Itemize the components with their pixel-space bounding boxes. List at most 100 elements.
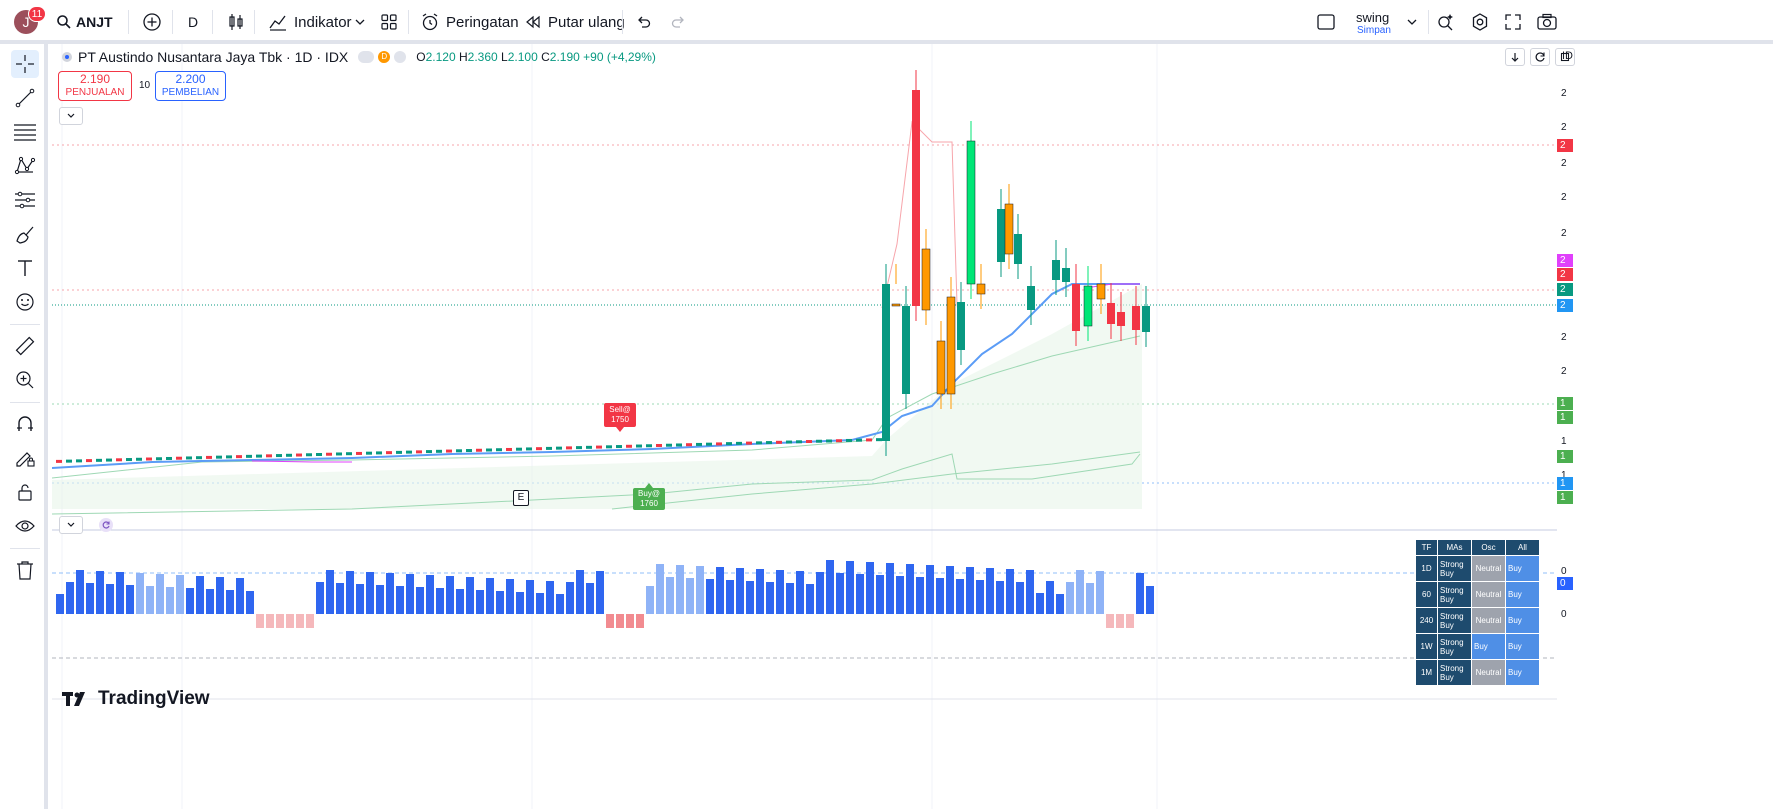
ohlc-values: O2.120 H2.360 L2.100 C2.190 +90 (+4,29%)	[416, 50, 656, 64]
undo-icon	[638, 16, 651, 28]
text-tool[interactable]	[11, 254, 39, 282]
candle	[366, 451, 372, 455]
remove-drawings-tool[interactable]	[11, 556, 39, 584]
indicators-button[interactable]: Indikator	[268, 8, 352, 36]
fib-tool[interactable]	[11, 118, 39, 146]
snapshot-button[interactable]	[1536, 8, 1558, 36]
candle	[766, 441, 772, 445]
layout-name-block[interactable]: swing Simpan	[1356, 10, 1391, 36]
refresh-indicator-button[interactable]	[99, 518, 113, 532]
histogram-bar	[566, 582, 574, 614]
reset-chart-button[interactable]	[1530, 48, 1550, 66]
templates-button[interactable]	[380, 8, 398, 36]
table-row: 1D Strong Buy Neutral Buy	[1415, 555, 1540, 582]
alerts-button[interactable]: Peringatan	[420, 8, 519, 36]
histogram-bar	[106, 584, 114, 614]
hide-drawings-tool[interactable]	[11, 512, 39, 540]
candle	[206, 455, 212, 459]
forecast-tool[interactable]	[11, 186, 39, 214]
axis-label: 2	[1561, 228, 1567, 239]
settings-button[interactable]	[1470, 8, 1490, 36]
candle	[1096, 283, 1106, 300]
symbol-title[interactable]: PT Austindo Nusantara Jaya Tbk · 1D · ID…	[78, 49, 348, 65]
interval-button[interactable]: D	[188, 8, 198, 36]
forecast-icon	[15, 191, 35, 209]
histogram-bar	[926, 565, 934, 614]
buy-button[interactable]: 2.200 PEMBELIAN	[155, 71, 226, 101]
candle	[66, 459, 72, 463]
replay-button[interactable]: Putar ulang	[524, 8, 625, 36]
histogram-bar	[336, 583, 344, 614]
candle	[1004, 203, 1014, 255]
indicator-axis-label: 0	[1561, 566, 1567, 577]
sell-button[interactable]: 2.190 PENJUALAN	[58, 71, 132, 101]
candle	[526, 447, 532, 451]
emoji-tool[interactable]	[11, 288, 39, 316]
candle	[966, 140, 976, 285]
candle	[56, 459, 62, 463]
indicator-collapse-button[interactable]	[59, 516, 83, 534]
buy-marker[interactable]: Buy@ 1760	[633, 488, 665, 510]
redo-button[interactable]	[670, 8, 686, 36]
measure-tool[interactable]	[11, 332, 39, 360]
histogram-bar	[676, 565, 684, 614]
candle	[616, 445, 622, 449]
indicator-value-tag: 0	[1557, 577, 1573, 590]
histogram-bar	[886, 563, 894, 614]
candle	[816, 439, 822, 443]
symbol-label: ANJT	[76, 14, 113, 30]
compare-symbol-button[interactable]	[142, 8, 162, 36]
top-toolbar: J 11 ANJT D Indikator Peringatan Putar u…	[0, 0, 1773, 44]
scroll-down-button[interactable]	[1505, 48, 1525, 66]
tradingview-logo[interactable]: TradingView	[62, 688, 210, 710]
redo-icon	[671, 16, 684, 28]
symbol-search-button[interactable]: ANJT	[56, 8, 113, 36]
chart-pane[interactable]	[52, 44, 1773, 809]
histogram-bar	[856, 574, 864, 614]
sell-marker[interactable]: Sell@ 1750	[604, 403, 636, 427]
indicators-dropdown[interactable]	[354, 8, 366, 36]
histogram-bar	[966, 567, 974, 614]
candle	[556, 446, 562, 450]
crosshair-tool[interactable]	[11, 50, 39, 78]
candle	[216, 455, 222, 459]
candle	[856, 438, 862, 442]
candle	[1027, 286, 1035, 310]
chart-canvas[interactable]	[52, 44, 1773, 809]
candle	[286, 453, 292, 457]
magnet-tool[interactable]	[11, 410, 39, 438]
pattern-tool[interactable]	[11, 152, 39, 180]
candle	[716, 442, 722, 446]
candle	[376, 451, 382, 455]
histogram-bar	[1126, 614, 1134, 628]
histogram-bar	[356, 584, 364, 614]
candle	[676, 443, 682, 447]
sell-label: PENJUALAN	[65, 87, 125, 98]
histogram-bar	[576, 570, 584, 614]
order-quantity[interactable]: 10	[139, 80, 150, 91]
fullscreen-button[interactable]	[1504, 8, 1522, 36]
eye-icon[interactable]	[60, 50, 74, 64]
candle	[626, 444, 632, 448]
save-status: Simpan	[1357, 25, 1391, 36]
quick-search-button[interactable]	[1436, 8, 1456, 36]
price-tag-green: 1	[1557, 450, 1573, 463]
histogram-bar	[186, 588, 194, 614]
legend-collapse-button[interactable]	[59, 107, 83, 125]
candle	[566, 446, 572, 450]
brush-tool[interactable]	[11, 220, 39, 248]
alarm-clock-icon	[422, 13, 438, 31]
layout-select-button[interactable]	[1316, 8, 1336, 36]
earnings-marker[interactable]: E	[513, 490, 529, 506]
histogram-bar	[756, 569, 764, 614]
lock-drawing-tool[interactable]	[11, 444, 39, 472]
lock-all-tool[interactable]	[11, 478, 39, 506]
chart-type-button[interactable]	[226, 8, 246, 36]
plus-circle-icon	[143, 13, 161, 31]
undo-button[interactable]	[636, 8, 652, 36]
zoom-tool[interactable]	[11, 366, 39, 394]
trend-line-tool[interactable]	[11, 84, 39, 112]
layout-dropdown[interactable]	[1406, 8, 1418, 36]
histogram-bar	[716, 567, 724, 614]
table-row: 240 Strong Buy Neutral Buy	[1415, 607, 1540, 634]
